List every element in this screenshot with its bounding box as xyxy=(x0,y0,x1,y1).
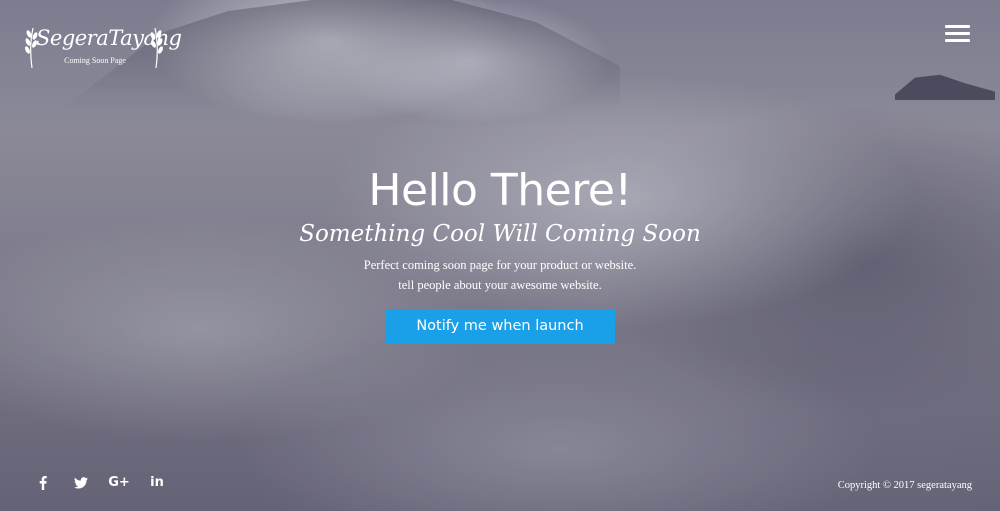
twitter-icon[interactable] xyxy=(62,474,100,492)
site-logo[interactable]: SegeraTayang Coming Soon Page xyxy=(22,20,182,76)
menu-bar xyxy=(945,39,970,42)
notify-button[interactable]: Notify me when launch xyxy=(385,309,615,344)
hero-description: Perfect coming soon page for your produc… xyxy=(0,255,1000,295)
linkedin-label: in xyxy=(150,475,164,490)
logo-tagline: Coming Soon Page xyxy=(64,56,126,65)
google-plus-icon[interactable]: G+ xyxy=(100,474,138,492)
hero-line-1: Perfect coming soon page for your produc… xyxy=(363,258,637,272)
hero-title: Hello There! xyxy=(368,165,632,216)
menu-bar xyxy=(945,25,970,28)
menu-bar xyxy=(945,32,970,35)
hero-subtitle: Something Cool Will Coming Soon xyxy=(299,221,701,247)
wheat-right-icon xyxy=(150,27,163,68)
facebook-icon[interactable] xyxy=(24,474,62,492)
linkedin-icon[interactable]: in xyxy=(138,474,176,492)
social-links: G+ in xyxy=(24,474,176,492)
logo-name: SegeraTayang xyxy=(36,26,182,50)
copyright-text: Copyright © 2017 segeratayang xyxy=(837,480,972,491)
hero-section: Hello There! Something Cool Will Coming … xyxy=(0,163,1000,344)
hero-line-2: tell people about your awesome website. xyxy=(398,278,602,292)
hamburger-menu-icon[interactable] xyxy=(945,25,970,43)
google-plus-label: G+ xyxy=(108,475,130,490)
